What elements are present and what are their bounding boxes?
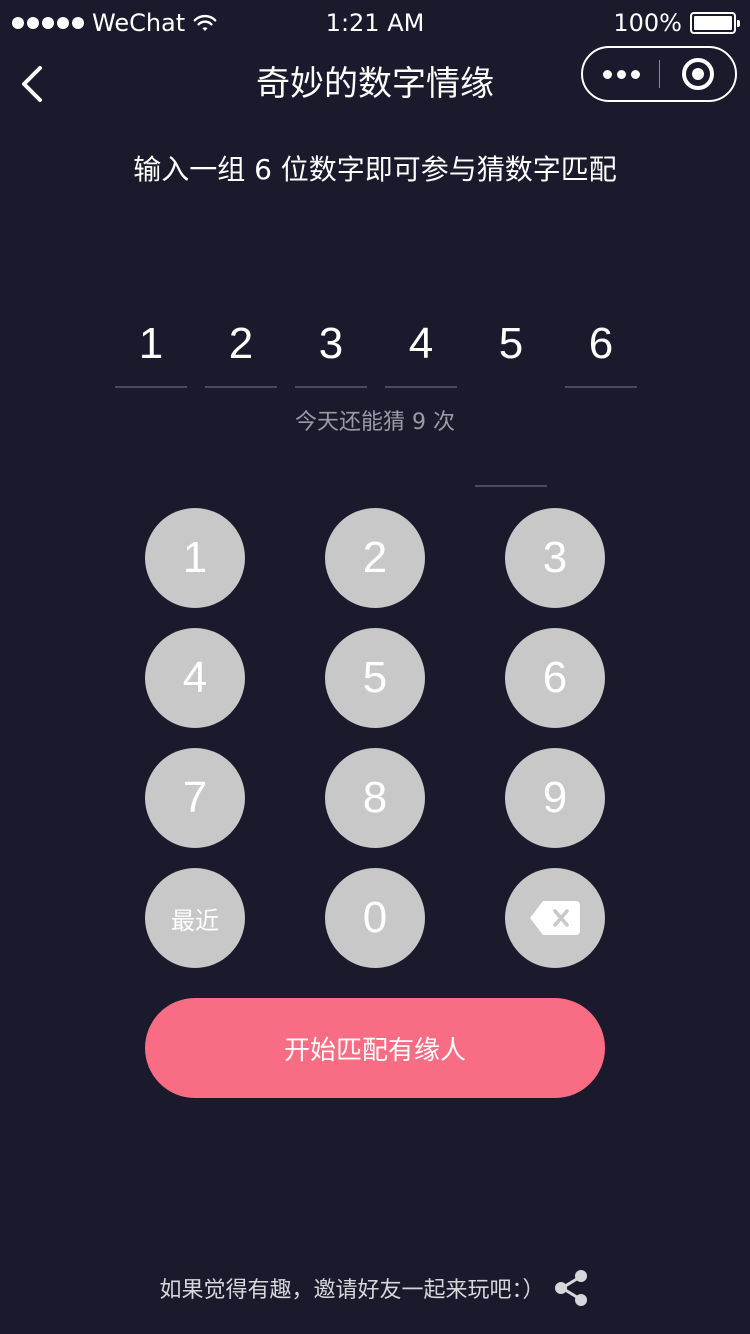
key-8[interactable]: 8: [325, 748, 425, 848]
key-2[interactable]: 2: [325, 508, 425, 608]
key-5[interactable]: 5: [325, 628, 425, 728]
delete-key[interactable]: [505, 868, 605, 968]
key-0[interactable]: 0: [325, 868, 425, 968]
status-bar: WeChat 1:21 AM 100%: [0, 0, 750, 46]
key-3[interactable]: 3: [505, 508, 605, 608]
digit-slot-6: 6: [565, 318, 637, 388]
status-left: WeChat: [12, 10, 217, 36]
digit-underline: [475, 485, 547, 487]
instruction-text: 输入一组 6 位数字即可参与猜数字匹配: [133, 153, 617, 186]
back-chevron-icon: [22, 66, 42, 102]
digit-slot-4: 4: [385, 318, 457, 388]
miniprogram-capsule: [581, 46, 737, 102]
more-dots-icon: [602, 69, 612, 79]
recent-key[interactable]: 最近: [145, 868, 245, 968]
status-right: 100%: [613, 9, 740, 37]
backspace-icon: [530, 901, 580, 935]
share-icon[interactable]: [551, 1268, 591, 1308]
digit-slot-5: 5: [498, 319, 524, 368]
key-9[interactable]: 9: [505, 748, 605, 848]
close-button[interactable]: [660, 48, 735, 100]
invite-text: 如果觉得有趣，邀请好友一起来玩吧：）: [159, 1278, 545, 1303]
battery-percent: 100%: [613, 9, 682, 37]
key-7[interactable]: 7: [145, 748, 245, 848]
more-button[interactable]: [583, 48, 659, 100]
wifi-icon: [193, 14, 217, 31]
key-6[interactable]: 6: [505, 628, 605, 728]
invite-row: 如果觉得有趣，邀请好友一起来玩吧：）: [0, 1268, 750, 1308]
nav-bar: 奇妙的数字情缘: [0, 46, 750, 128]
signal-dots-icon: [12, 17, 84, 29]
key-4[interactable]: 4: [145, 628, 245, 728]
screen: WeChat 1:21 AM 100% 奇妙的数字情缘 输入一组 6 位数字即可…: [0, 0, 750, 1334]
carrier-label: WeChat: [92, 9, 186, 37]
battery-icon: [690, 12, 740, 34]
digit-slot-3: 3: [295, 318, 367, 388]
key-1[interactable]: 1: [145, 508, 245, 608]
digit-slot-1: 1: [115, 318, 187, 388]
remaining-guesses: 今天还能猜 9 次: [295, 410, 455, 435]
close-target-icon: [681, 58, 714, 90]
digit-slot-2: 2: [205, 318, 277, 388]
digit-display: 1 2 3 4 5 6: [115, 318, 637, 388]
back-button[interactable]: [14, 62, 58, 106]
start-match-button[interactable]: 开始匹配有缘人: [145, 998, 605, 1098]
